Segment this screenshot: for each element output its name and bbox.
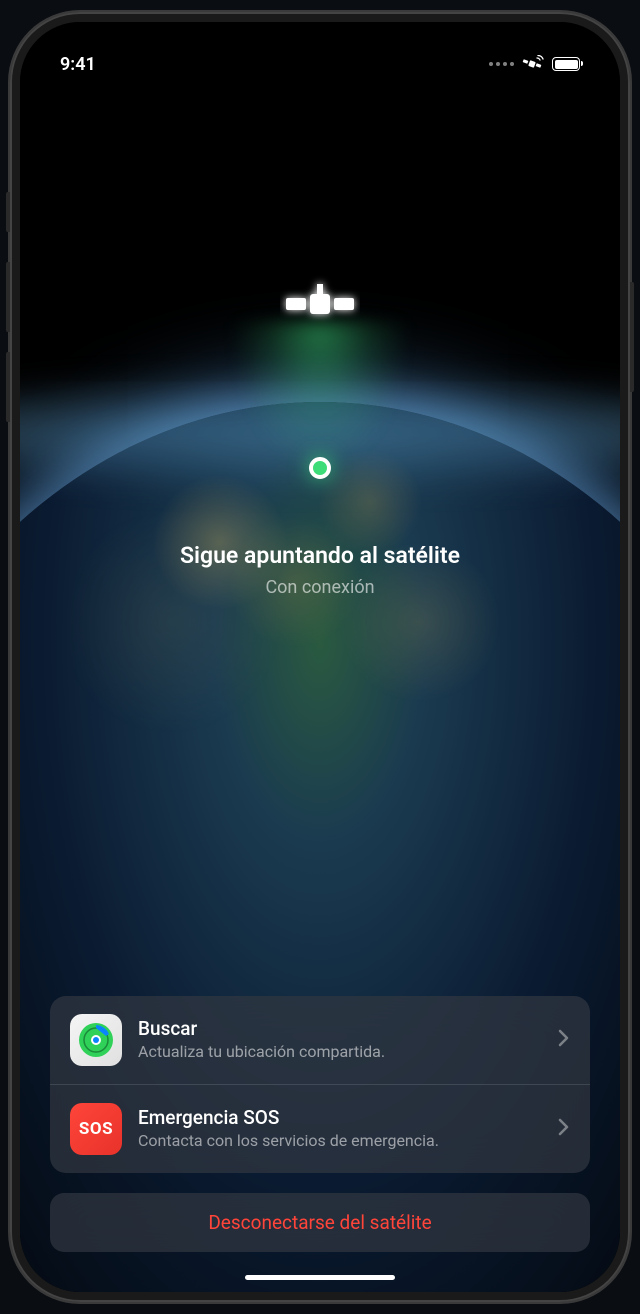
chevron-right-icon: [558, 1118, 570, 1140]
find-my-icon: [70, 1014, 122, 1066]
emergency-sos-row[interactable]: SOS Emergencia SOS Contacta con los serv…: [50, 1085, 590, 1173]
volume-up-button: [6, 262, 10, 332]
actions-card-group: Buscar Actualiza tu ubicación compartida…: [50, 996, 590, 1173]
main-title: Sigue apuntando al satélite: [20, 542, 620, 569]
actions-panel: Buscar Actualiza tu ubicación compartida…: [50, 996, 590, 1252]
battery-icon: [552, 57, 580, 71]
satellite-icon: [280, 272, 360, 336]
screen: 9:41: [20, 22, 620, 1292]
power-button: [630, 282, 634, 392]
silent-switch: [6, 192, 10, 232]
sos-content: Emergencia SOS Contacta con los servicio…: [138, 1106, 542, 1152]
chevron-right-icon: [558, 1029, 570, 1051]
home-indicator[interactable]: [245, 1275, 395, 1280]
cellular-dots-icon: [489, 62, 514, 66]
find-my-content: Buscar Actualiza tu ubicación compartida…: [138, 1017, 542, 1063]
sos-icon: SOS: [70, 1103, 122, 1155]
find-my-subtitle: Actualiza tu ubicación compartida.: [138, 1042, 542, 1063]
connection-status: Con conexión: [20, 577, 620, 598]
volume-down-button: [6, 352, 10, 422]
disconnect-button[interactable]: Desconectarse del satélite: [50, 1193, 590, 1252]
phone-frame: 9:41: [10, 12, 630, 1302]
connection-beam: [230, 322, 410, 472]
sos-icon-label: SOS: [79, 1119, 113, 1139]
sos-title: Emergencia SOS: [138, 1106, 542, 1129]
location-dot-icon: [309, 457, 331, 479]
status-icons: [489, 55, 580, 73]
main-text-area: Sigue apuntando al satélite Con conexión: [20, 542, 620, 598]
find-my-title: Buscar: [138, 1017, 542, 1040]
sos-subtitle: Contacta con los servicios de emergencia…: [138, 1131, 542, 1152]
earth-texture: [70, 422, 570, 822]
satellite-status-icon: [522, 55, 544, 73]
find-my-row[interactable]: Buscar Actualiza tu ubicación compartida…: [50, 996, 590, 1085]
dynamic-island: [255, 44, 385, 82]
status-time: 9:41: [60, 54, 96, 75]
